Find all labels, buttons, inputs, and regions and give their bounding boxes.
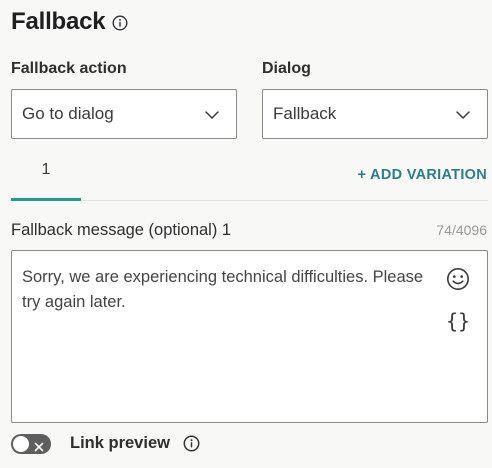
- link-preview-label: Link preview: [70, 434, 170, 452]
- title-row: Fallback: [11, 8, 128, 36]
- dialog-value: Fallback: [273, 104, 337, 123]
- toggle-knob: [13, 436, 29, 452]
- active-tab-indicator: [11, 198, 81, 201]
- fallback-action-label: Fallback action: [11, 60, 127, 77]
- tab-variation-1-label: 1: [41, 161, 51, 178]
- tab-variation-1[interactable]: 1: [11, 161, 81, 201]
- info-circle-icon[interactable]: [183, 435, 200, 457]
- curly-braces-icon[interactable]: {}: [446, 309, 470, 333]
- fallback-message-text: Sorry, we are experiencing technical dif…: [22, 268, 424, 311]
- fallback-message-label: Fallback message (optional) 1: [11, 221, 232, 239]
- info-circle-icon[interactable]: [112, 15, 128, 31]
- fallback-message-textarea[interactable]: Sorry, we are experiencing technical dif…: [11, 250, 488, 423]
- tabs-divider: [11, 200, 488, 201]
- chevron-down-icon: [455, 107, 471, 128]
- dialog-select[interactable]: Fallback: [262, 89, 488, 139]
- fallback-action-value: Go to dialog: [22, 104, 114, 123]
- smiley-icon[interactable]: [446, 267, 470, 296]
- link-preview-toggle[interactable]: [11, 434, 51, 454]
- fallback-action-select[interactable]: Go to dialog: [11, 89, 237, 139]
- character-count: 74/4096: [436, 222, 487, 238]
- close-icon: [34, 439, 44, 457]
- chevron-down-icon: [204, 107, 220, 128]
- add-variation-button[interactable]: + ADD VARIATION: [358, 167, 488, 183]
- fallback-panel: Fallback Fallback action Dialog Go to di…: [0, 0, 492, 468]
- page-title: Fallback: [11, 8, 106, 35]
- dialog-label: Dialog: [262, 60, 311, 77]
